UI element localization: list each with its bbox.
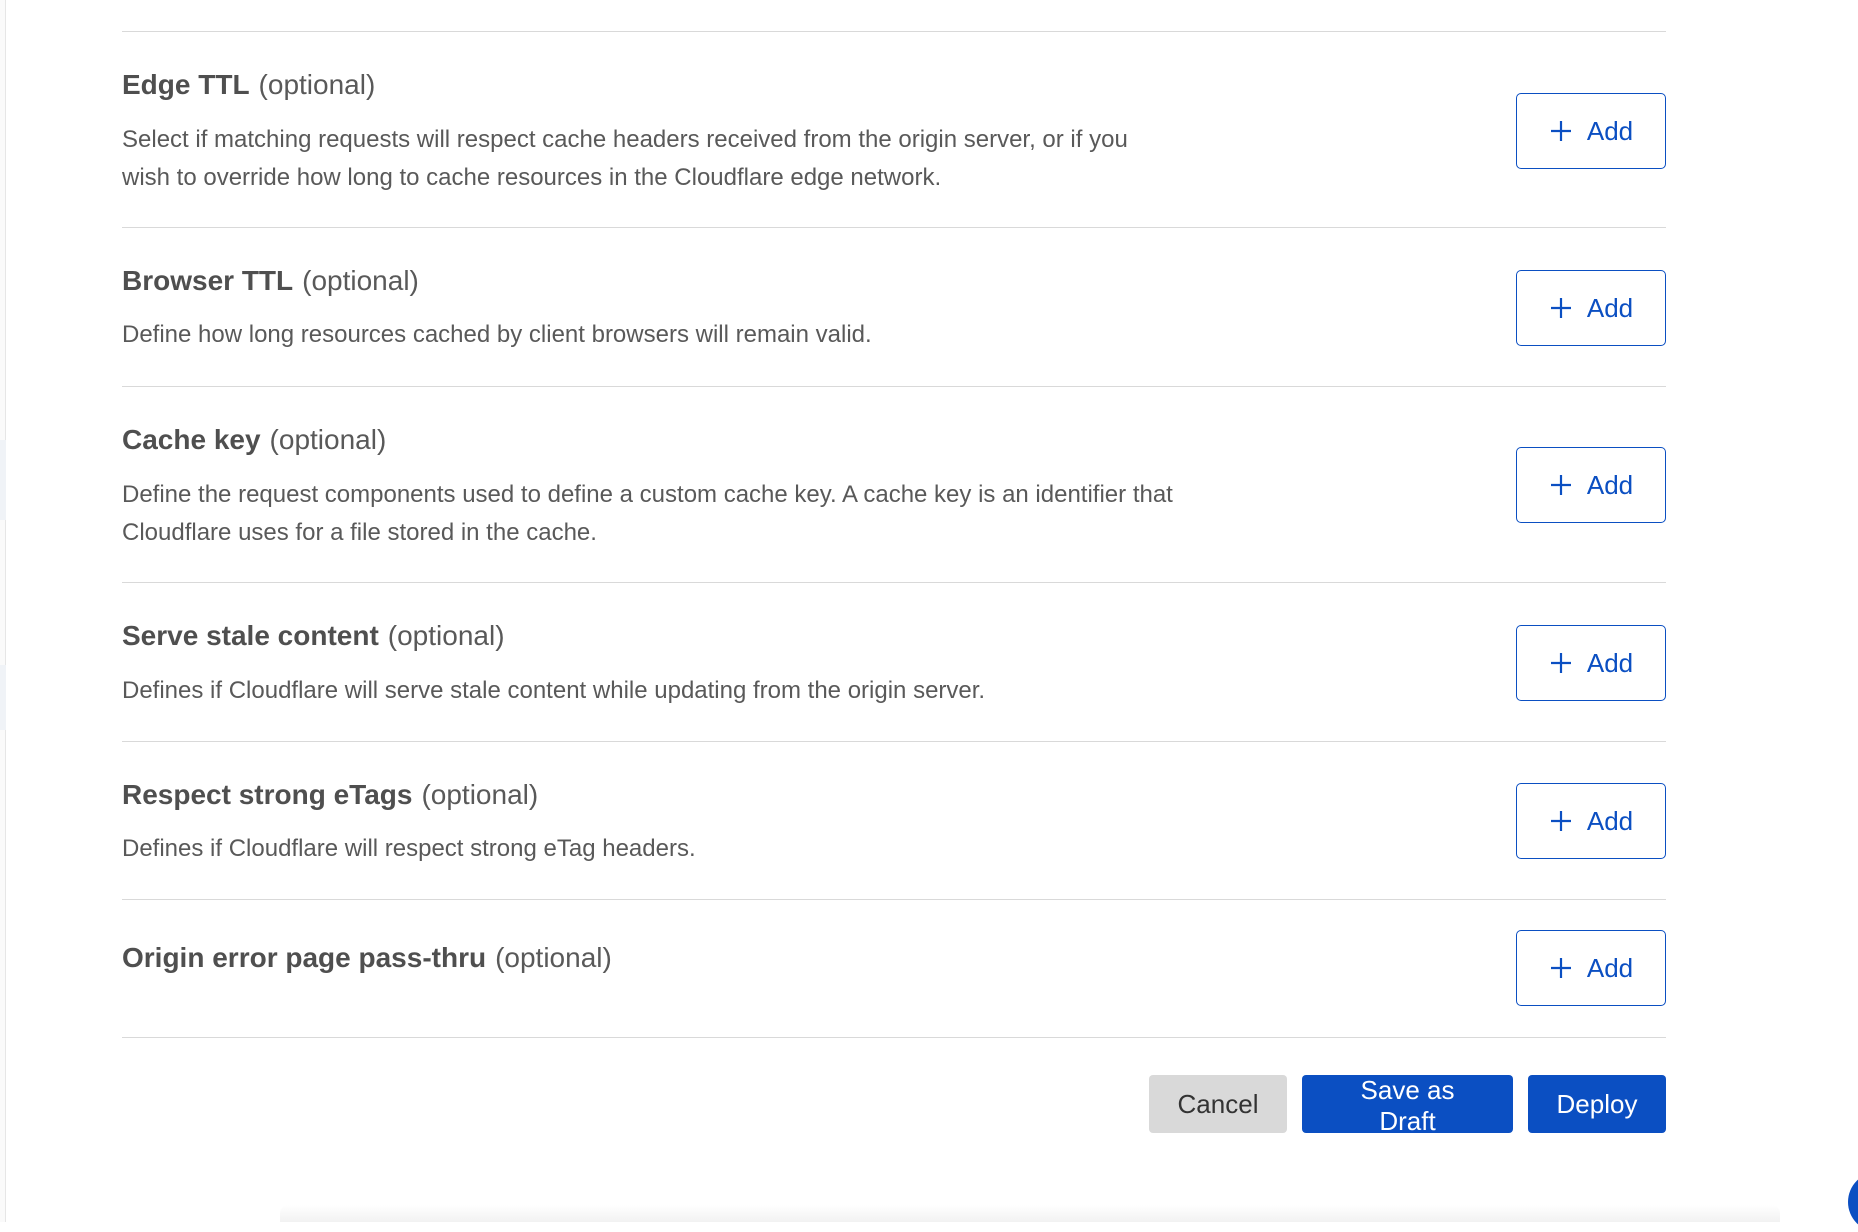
setting-title: Cache key (optional) <box>122 423 386 457</box>
add-label: Add <box>1586 952 1634 983</box>
plus-icon <box>1550 653 1571 673</box>
sidebar-edge-marker <box>0 665 6 730</box>
setting-name: Origin error page pass-thru <box>122 942 487 973</box>
add-label: Add <box>1586 647 1634 678</box>
optional-label: (optional) <box>495 942 612 973</box>
setting-description: Select if matching requests will respect… <box>122 126 1128 191</box>
setting-row-browser-ttl: Browser TTL (optional) Define how long re… <box>122 228 1666 387</box>
add-label: Add <box>1586 469 1634 500</box>
add-cache-key-button[interactable]: Add <box>1516 447 1666 523</box>
plus-icon <box>1550 121 1571 141</box>
add-label: Add <box>1586 292 1634 323</box>
setting-title: Edge TTL (optional) <box>122 68 375 102</box>
setting-name: Respect strong eTags <box>122 779 413 810</box>
bottom-panel-edge <box>280 1205 1780 1222</box>
setting-description: Define the request components used to de… <box>122 481 1173 546</box>
add-serve-stale-content-button[interactable]: Add <box>1516 625 1666 701</box>
sidebar-edge-marker <box>0 440 6 520</box>
setting-title: Browser TTL (optional) <box>122 264 419 298</box>
optional-label: (optional) <box>421 779 539 810</box>
plus-icon <box>1550 811 1571 831</box>
left-sidebar-edge <box>0 0 6 1222</box>
add-browser-ttl-button[interactable]: Add <box>1516 270 1666 346</box>
setting-row-origin-error-page-pass-thru: Origin error page pass-thru (optional) Ad… <box>122 900 1666 1038</box>
optional-label: (optional) <box>269 424 387 455</box>
setting-row-cache-key: Cache key (optional) Define the request c… <box>122 387 1666 583</box>
plus-icon <box>1550 298 1571 318</box>
setting-title: Serve stale content (optional) <box>122 619 505 653</box>
deploy-button[interactable]: Deploy <box>1528 1075 1666 1133</box>
optional-label: (optional) <box>302 265 419 296</box>
plus-icon <box>1550 958 1571 978</box>
setting-name: Edge TTL <box>122 69 250 100</box>
plus-icon <box>1550 475 1571 495</box>
setting-row-serve-stale-content: Serve stale content (optional) Defines if… <box>122 583 1666 742</box>
add-edge-ttl-button[interactable]: Add <box>1516 93 1666 169</box>
add-label: Add <box>1586 805 1634 836</box>
setting-name: Cache key <box>122 424 261 455</box>
setting-name: Serve stale content <box>122 620 379 651</box>
setting-description: Define how long resources cached by clie… <box>122 321 872 348</box>
setting-title: Respect strong eTags (optional) <box>122 778 538 812</box>
optional-label: (optional) <box>387 620 505 651</box>
add-respect-strong-etags-button[interactable]: Add <box>1516 783 1666 859</box>
save-as-draft-button[interactable]: Save as Draft <box>1302 1075 1513 1136</box>
setting-description: Defines if Cloudflare will serve stale c… <box>122 677 986 704</box>
form-actions: Cancel Save as Draft Deploy <box>1149 1075 1666 1136</box>
setting-name: Browser TTL <box>122 265 294 296</box>
add-origin-error-page-pass-thru-button[interactable]: Add <box>1516 930 1666 1006</box>
setting-row-respect-strong-etags: Respect strong eTags (optional) Defines i… <box>122 742 1666 900</box>
setting-row-edge-ttl: Edge TTL (optional) Select if matching re… <box>122 32 1666 228</box>
setting-description: Defines if Cloudflare will respect stron… <box>122 835 696 862</box>
add-label: Add <box>1586 115 1634 146</box>
setting-title: Origin error page pass-thru (optional) <box>122 941 612 975</box>
optional-label: (optional) <box>258 69 376 100</box>
help-chat-icon[interactable] <box>1848 1172 1858 1232</box>
cancel-button[interactable]: Cancel <box>1149 1075 1287 1133</box>
